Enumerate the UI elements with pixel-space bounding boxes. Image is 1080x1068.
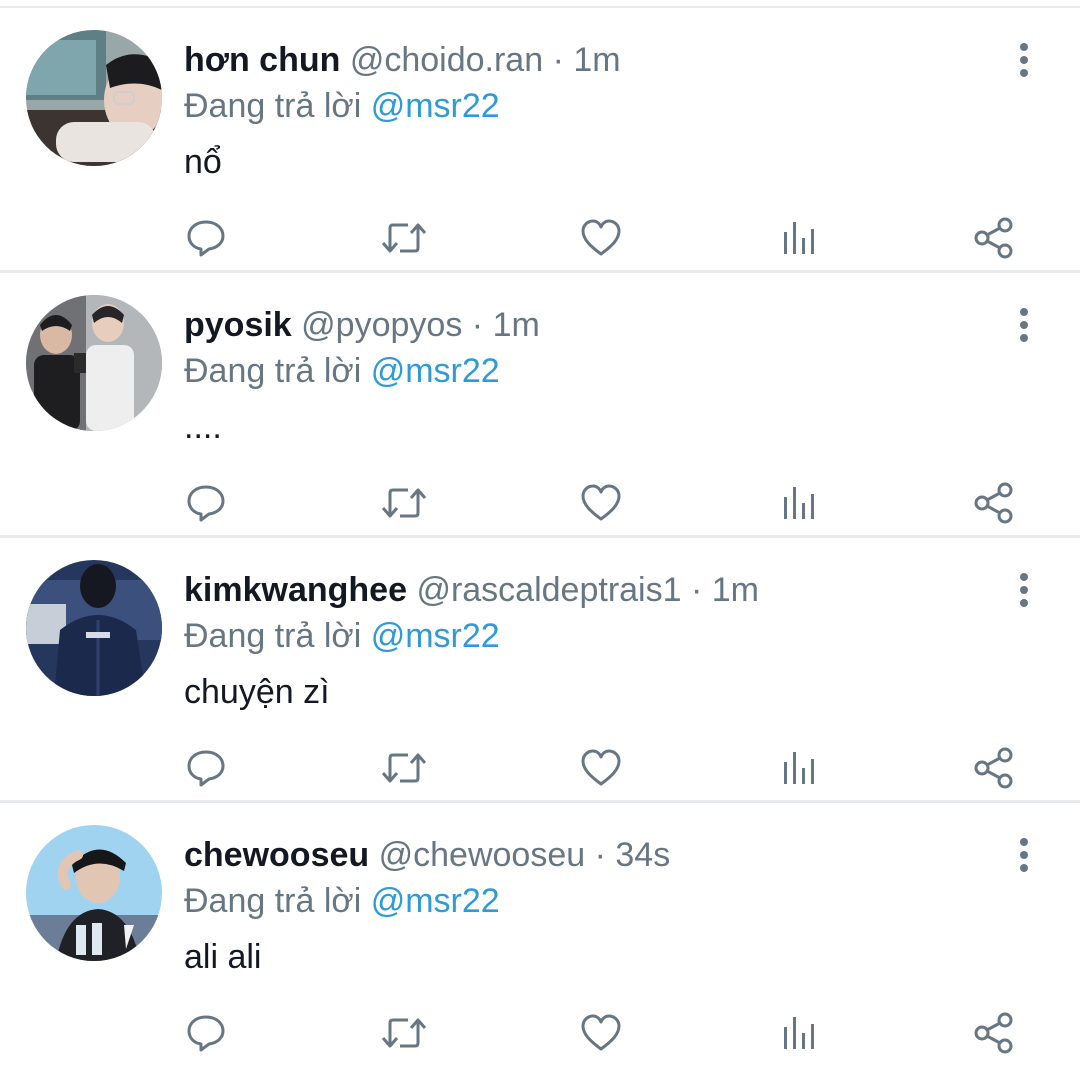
replying-to-label: Đang trả lời	[184, 882, 362, 920]
tweet-header: pyosik @pyopyos · 1m	[184, 303, 540, 347]
tweet-row[interactable]: pyosik @pyopyos · 1m Đang trả lời @msr22…	[0, 273, 1080, 538]
separator-dot: ·	[690, 571, 703, 609]
tweet-header: chewooseu @chewooseu · 34s	[184, 833, 670, 877]
more-options-icon[interactable]	[1006, 833, 1042, 877]
display-name[interactable]: pyosik	[184, 306, 292, 344]
like-icon[interactable]	[573, 738, 629, 798]
more-options-icon[interactable]	[1006, 303, 1042, 347]
retweet-icon[interactable]	[376, 738, 432, 798]
tweet-row[interactable]: kimkwanghee @rascaldeptrais1 · 1m Đang t…	[0, 538, 1080, 803]
timestamp[interactable]: 1m	[573, 41, 620, 79]
more-options-icon[interactable]	[1006, 38, 1042, 82]
replying-to: Đang trả lời @msr22	[184, 84, 500, 128]
like-icon[interactable]	[573, 208, 629, 268]
tweet-header: kimkwanghee @rascaldeptrais1 · 1m	[184, 568, 759, 612]
retweet-icon[interactable]	[376, 208, 432, 268]
analytics-icon[interactable]	[770, 208, 826, 268]
share-icon[interactable]	[966, 738, 1022, 798]
tweet-row[interactable]: hơn chun @choido.ran · 1m Đang trả lời @…	[0, 8, 1080, 273]
action-bar	[0, 208, 1080, 268]
user-handle[interactable]: @chewooseu	[379, 836, 586, 874]
reply-icon[interactable]	[178, 473, 234, 533]
analytics-icon[interactable]	[770, 738, 826, 798]
separator-dot: ·	[471, 306, 484, 344]
display-name[interactable]: hơn chun	[184, 41, 340, 79]
display-name[interactable]: chewooseu	[184, 836, 369, 874]
share-icon[interactable]	[966, 473, 1022, 533]
tweet-row[interactable]: chewooseu @chewooseu · 34s Đang trả lời …	[0, 803, 1080, 1068]
user-handle[interactable]: @rascaldeptrais1	[416, 571, 681, 609]
action-bar	[0, 738, 1080, 798]
retweet-icon[interactable]	[376, 1003, 432, 1063]
replying-to: Đang trả lời @msr22	[184, 349, 500, 393]
avatar[interactable]	[26, 825, 162, 961]
tweet-text: ali ali	[184, 938, 262, 976]
replying-to-label: Đang trả lời	[184, 352, 362, 390]
replying-to-label: Đang trả lời	[184, 87, 362, 125]
like-icon[interactable]	[573, 473, 629, 533]
action-bar	[0, 1003, 1080, 1063]
reply-icon[interactable]	[178, 1003, 234, 1063]
avatar[interactable]	[26, 30, 162, 166]
tweet-text: nổ	[184, 143, 222, 181]
separator-dot: ·	[552, 41, 564, 79]
analytics-icon[interactable]	[770, 1003, 826, 1063]
replying-to-handle[interactable]: @msr22	[371, 882, 500, 920]
replying-to-label: Đang trả lời	[184, 617, 362, 655]
timestamp[interactable]: 1m	[712, 571, 759, 609]
more-options-icon[interactable]	[1006, 568, 1042, 612]
timestamp[interactable]: 1m	[493, 306, 540, 344]
tweet-header: hơn chun @choido.ran · 1m	[184, 38, 621, 82]
reply-icon[interactable]	[178, 208, 234, 268]
avatar[interactable]	[26, 295, 162, 431]
tweet-text: chuyện zì	[184, 673, 330, 711]
reply-icon[interactable]	[178, 738, 234, 798]
replying-to-handle[interactable]: @msr22	[371, 617, 500, 655]
action-bar	[0, 473, 1080, 533]
replying-to: Đang trả lời @msr22	[184, 614, 500, 658]
replying-to-handle[interactable]: @msr22	[371, 352, 500, 390]
timestamp[interactable]: 34s	[615, 836, 670, 874]
avatar[interactable]	[26, 560, 162, 696]
share-icon[interactable]	[966, 208, 1022, 268]
user-handle[interactable]: @pyopyos	[301, 306, 462, 344]
like-icon[interactable]	[573, 1003, 629, 1063]
separator-dot: ·	[594, 836, 606, 874]
replying-to: Đang trả lời @msr22	[184, 879, 500, 923]
tweet-text: ....	[184, 408, 222, 446]
analytics-icon[interactable]	[770, 473, 826, 533]
user-handle[interactable]: @choido.ran	[350, 41, 543, 79]
retweet-icon[interactable]	[376, 473, 432, 533]
share-icon[interactable]	[966, 1003, 1022, 1063]
display-name[interactable]: kimkwanghee	[184, 571, 407, 609]
replying-to-handle[interactable]: @msr22	[371, 87, 500, 125]
